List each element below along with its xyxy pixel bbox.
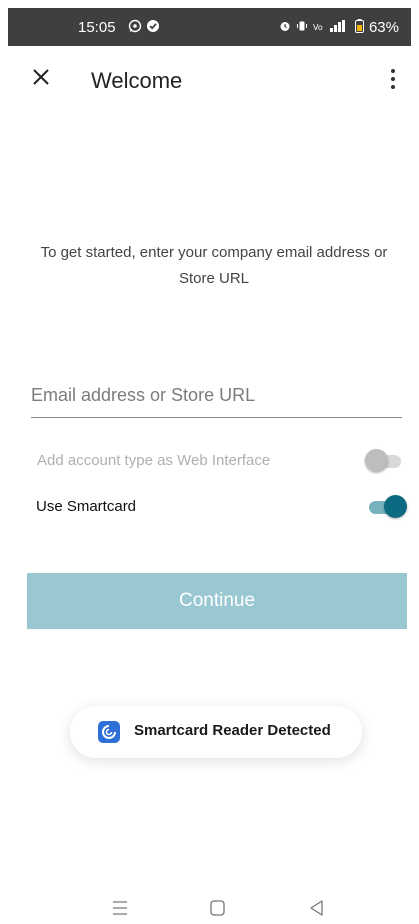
toolbar: Welcome <box>0 52 419 108</box>
recents-button[interactable] <box>106 898 134 918</box>
smartcard-detected-toast: Smartcard Reader Detected <box>70 706 362 758</box>
continue-button[interactable]: Continue <box>27 573 407 629</box>
web-interface-row: Add account type as Web Interface <box>37 446 407 476</box>
volte-icon: Vo <box>313 20 325 35</box>
close-button[interactable] <box>26 62 56 92</box>
toast-text: Smartcard Reader Detected <box>134 722 331 739</box>
svg-text:Vo: Vo <box>313 23 323 32</box>
back-button[interactable] <box>302 898 330 918</box>
email-or-store-url-field[interactable] <box>31 374 402 418</box>
back-icon <box>310 900 323 916</box>
check-badge-icon <box>146 19 160 37</box>
battery-percent: 63% <box>368 19 399 36</box>
smartcard-toggle[interactable] <box>365 495 407 519</box>
intro-text: To get started, enter your company email… <box>40 244 388 287</box>
home-button[interactable] <box>203 898 231 918</box>
signal-icon <box>329 20 350 35</box>
alarm-icon <box>279 20 291 35</box>
status-bar: 15:05 Vo 63% <box>8 8 411 46</box>
web-interface-label: Add account type as Web Interface <box>37 452 271 469</box>
smartcard-row: Use Smartcard <box>36 492 407 522</box>
home-icon <box>210 900 225 916</box>
status-time: 15:05 <box>78 19 116 36</box>
close-icon <box>33 69 49 85</box>
whatsapp-icon <box>128 19 142 37</box>
vibrate-icon <box>296 20 308 35</box>
web-interface-toggle[interactable] <box>365 449 407 473</box>
battery-icon <box>354 19 364 36</box>
more-vert-icon <box>391 69 395 73</box>
app-logo-icon <box>98 721 120 743</box>
page-title: Welcome <box>91 68 183 93</box>
smartcard-label: Use Smartcard <box>36 498 137 515</box>
more-options-button[interactable] <box>381 64 405 94</box>
system-nav-bar <box>0 890 419 924</box>
recents-icon <box>113 901 127 915</box>
